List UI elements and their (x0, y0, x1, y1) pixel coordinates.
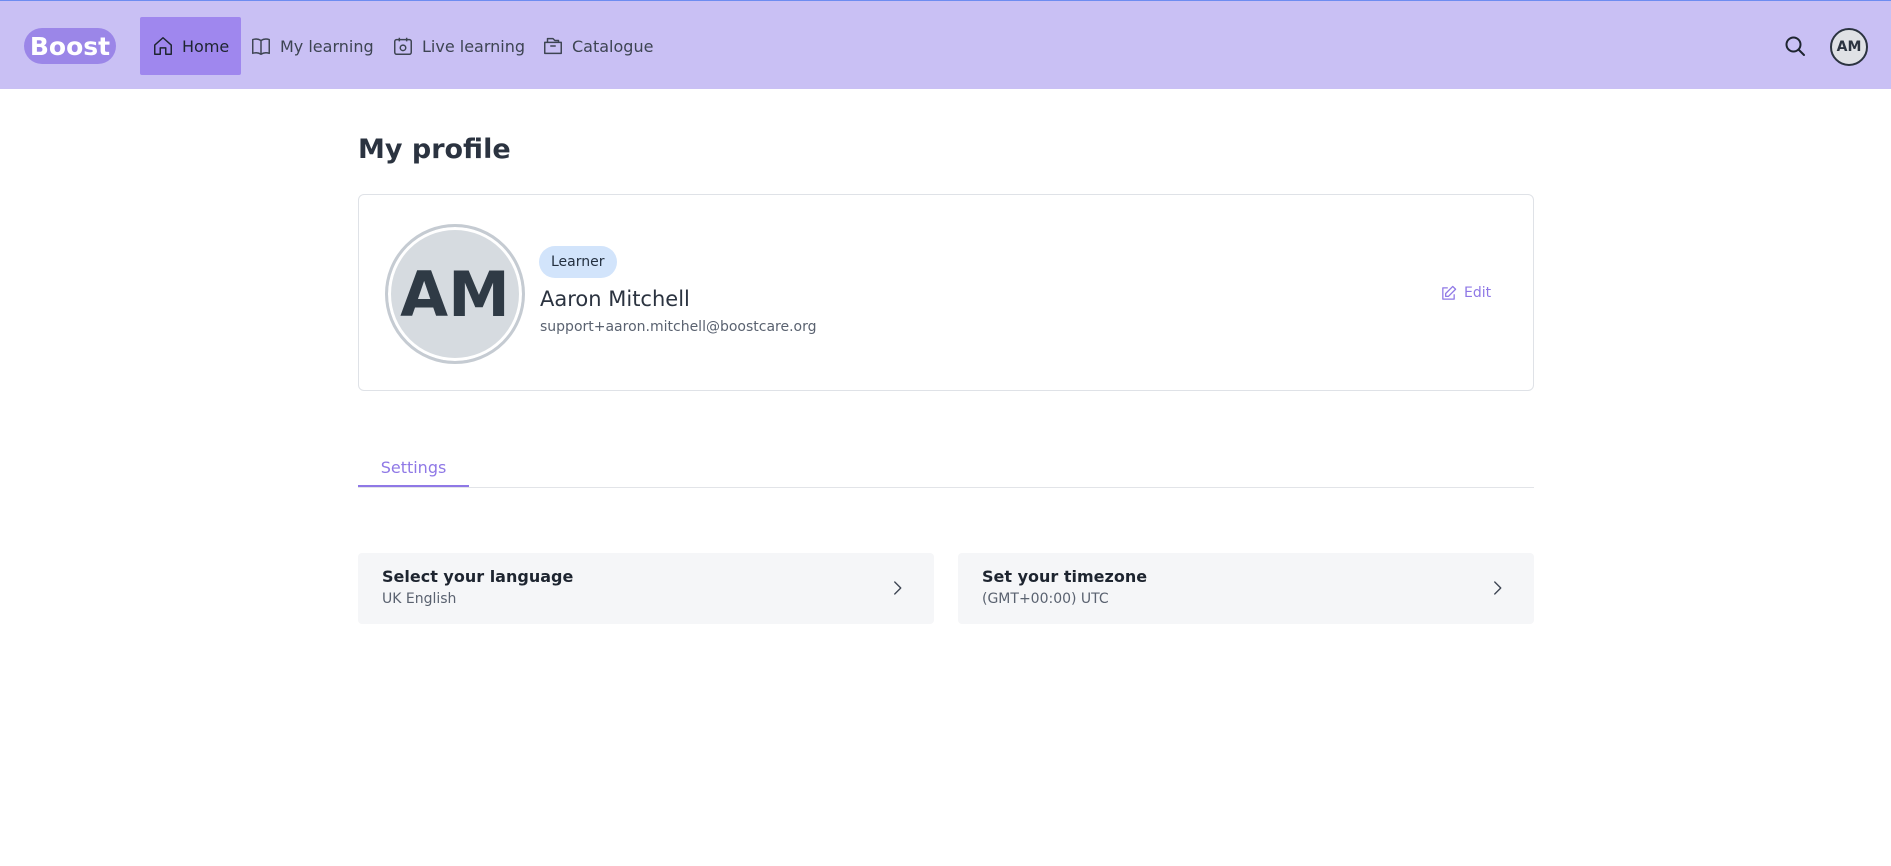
profile-name: Aaron Mitchell (540, 287, 690, 311)
setting-title: Select your language (382, 567, 574, 586)
chevron-right-icon (894, 581, 902, 595)
chevron-right-icon (1494, 581, 1502, 595)
setting-value: UK English (382, 591, 457, 607)
top-nav-bar: Boost Home My learning Live learning Cat… (0, 0, 1891, 89)
timezone-setting-card[interactable]: Set your timezone (GMT+00:00) UTC (958, 553, 1534, 624)
nav-item-label: Live learning (422, 36, 526, 56)
profile-email: support+aaron.mitchell@boostcare.org (540, 319, 817, 335)
tab-divider (358, 487, 1534, 488)
nav-item-my-learning[interactable]: My learning (238, 17, 386, 75)
calendar-icon (394, 37, 412, 55)
language-setting-card[interactable]: Select your language UK English (358, 553, 934, 624)
role-badge: Learner (539, 246, 617, 278)
setting-title: Set your timezone (982, 567, 1148, 586)
nav-item-label: My learning (280, 36, 374, 56)
nav-item-home[interactable]: Home (140, 17, 242, 75)
user-avatar[interactable]: AM (1830, 28, 1868, 66)
nav-item-label: Home (182, 36, 230, 56)
book-icon (252, 38, 270, 55)
boost-logo[interactable]: Boost (24, 28, 116, 64)
profile-avatar: AM (385, 224, 525, 364)
edit-profile-button[interactable]: Edit (1440, 282, 1491, 304)
edit-label: Edit (1464, 285, 1492, 301)
profile-card: AM Learner Aaron Mitchell support+aaron.… (358, 194, 1534, 391)
tab-settings[interactable]: Settings (358, 450, 469, 487)
nav-item-label: Catalogue (572, 36, 654, 56)
home-icon (154, 37, 172, 55)
nav-item-catalogue[interactable]: Catalogue (530, 17, 665, 75)
edit-icon (1442, 285, 1457, 300)
search-icon[interactable] (1783, 34, 1807, 58)
folder-icon (544, 37, 562, 55)
setting-value: (GMT+00:00) UTC (982, 591, 1109, 607)
nav-item-live-learning[interactable]: Live learning (380, 17, 537, 75)
page-title: My profile (358, 134, 511, 165)
